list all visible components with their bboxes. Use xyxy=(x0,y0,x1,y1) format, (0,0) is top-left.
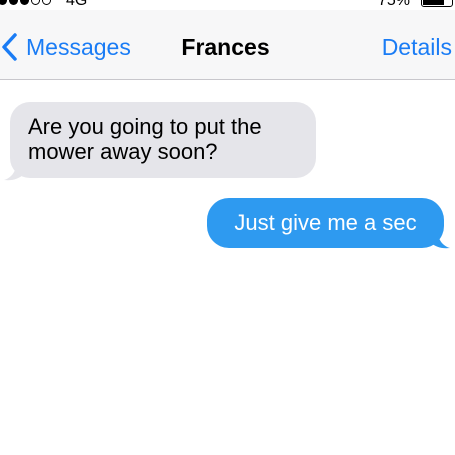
battery-icon xyxy=(421,0,453,7)
incoming-bubble-tail xyxy=(4,164,24,181)
signal-dot xyxy=(9,0,18,5)
battery-fill xyxy=(423,0,444,5)
battery-percentage: 75% xyxy=(378,0,411,9)
messages-screen: 4G 75% Messages Frances Details Are you … xyxy=(0,0,455,455)
signal-dot xyxy=(42,0,51,5)
signal-strength-icon xyxy=(0,0,51,5)
navigation-bar: Messages Frances Details xyxy=(0,10,455,80)
incoming-message-bubble: Are you going to put the mower away soon… xyxy=(10,102,316,178)
message-list: Are you going to put the mower away soon… xyxy=(0,81,455,455)
outgoing-message-bubble: Just give me a sec xyxy=(207,198,444,248)
contact-name: Frances xyxy=(181,34,270,60)
status-bar: 4G 75% xyxy=(0,0,455,10)
signal-dot xyxy=(31,0,40,5)
outgoing-bubble-tail xyxy=(430,232,450,249)
details-button[interactable]: Details xyxy=(382,34,452,61)
network-type: 4G xyxy=(66,0,88,9)
signal-dot xyxy=(0,0,7,5)
signal-dot xyxy=(20,0,29,5)
